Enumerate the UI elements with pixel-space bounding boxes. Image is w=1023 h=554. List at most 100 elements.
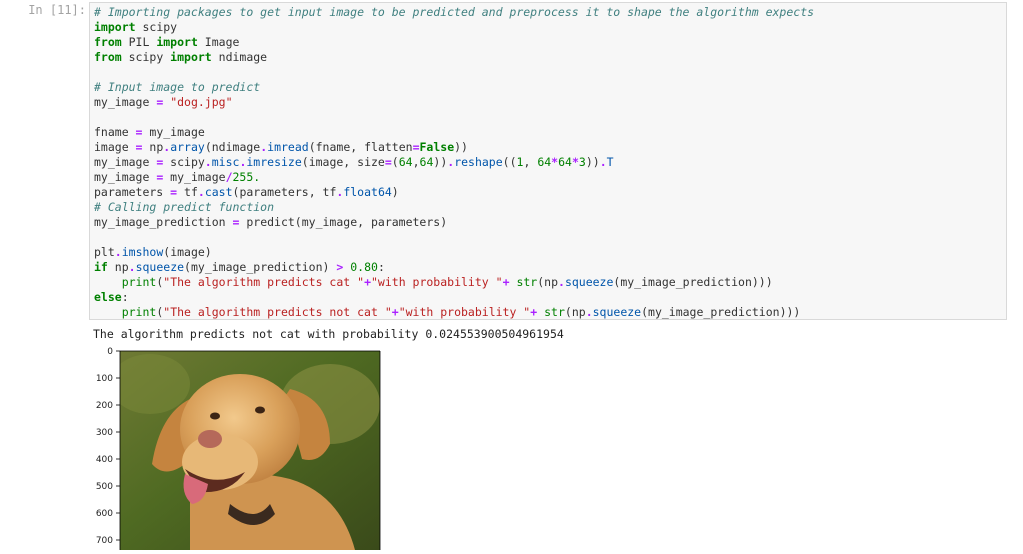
- code-token: squeeze: [564, 275, 614, 289]
- code-token: 3: [578, 155, 586, 169]
- code-line: import scipy: [94, 20, 1006, 35]
- code-token: +: [364, 275, 371, 289]
- code-token: Image: [197, 35, 240, 49]
- code-line: image = np.array(ndimage.imread(fname, f…: [94, 140, 1006, 155]
- code-token: )): [433, 155, 448, 169]
- code-token: 0.80: [350, 260, 378, 274]
- code-token: (parameters, tf: [232, 185, 337, 199]
- code-token: (my_image_prediction): [184, 260, 337, 274]
- code-line: from scipy import ndimage: [94, 50, 1006, 65]
- code-token: False: [419, 140, 455, 154]
- code-token: # Importing packages to get input image …: [94, 5, 815, 19]
- code-line: my_image = scipy.misc.imresize(image, si…: [94, 155, 1006, 170]
- code-token: 64: [419, 155, 434, 169]
- code-token: ,: [523, 155, 538, 169]
- code-token: .: [128, 260, 136, 274]
- code-token: import: [170, 50, 212, 64]
- code-token: scipy: [121, 50, 171, 64]
- code-token: "The algorithm predicts cat ": [163, 275, 365, 289]
- code-token: str: [544, 305, 565, 319]
- code-token: import: [156, 35, 198, 49]
- code-token: 64: [537, 155, 552, 169]
- code-token: :: [121, 290, 129, 304]
- code-token: else: [94, 290, 122, 304]
- code-token: imread: [267, 140, 309, 154]
- y-tick-label: 300: [96, 428, 113, 438]
- y-tick-label: 500: [96, 482, 113, 492]
- code-line: from PIL import Image: [94, 35, 1006, 50]
- code-token: (ndimage: [204, 140, 261, 154]
- code-token: # Input image to predict: [94, 80, 261, 94]
- y-axis-ticks: 0 100 200 300 400 500 600 700: [96, 347, 120, 546]
- code-token: scipy: [135, 20, 178, 34]
- code-token: reshape: [454, 155, 503, 169]
- code-token: (my_image_prediction))): [641, 305, 801, 319]
- code-token: scipy: [163, 155, 205, 169]
- y-tick-label: 400: [96, 455, 113, 465]
- code-token: array: [170, 140, 205, 154]
- code-token: import: [94, 20, 136, 34]
- code-token: =: [412, 140, 420, 154]
- code-token: plt: [94, 245, 115, 259]
- code-token: (: [391, 155, 399, 169]
- code-token: from: [94, 50, 122, 64]
- code-token: squeeze: [135, 260, 185, 274]
- code-token: print: [121, 275, 157, 289]
- code-token: my_image: [94, 95, 157, 109]
- code-token: "with probability ": [371, 275, 503, 289]
- code-token: )): [585, 155, 600, 169]
- code-editor[interactable]: # Importing packages to get input image …: [89, 2, 1007, 320]
- code-token: predict(my_image, parameters): [239, 215, 448, 229]
- code-token: 64: [398, 155, 413, 169]
- code-token: "with probability ": [398, 305, 531, 319]
- code-token: T: [606, 155, 614, 169]
- code-token: imresize: [246, 155, 302, 169]
- code-token: # Calling predict function: [94, 200, 275, 214]
- image-plot: 0 100 200 300 400 500 600 700: [80, 344, 400, 550]
- y-tick-label: 600: [96, 509, 113, 519]
- code-token: my_image: [94, 155, 157, 169]
- code-token: +: [391, 305, 399, 319]
- y-tick-label: 200: [96, 401, 113, 411]
- code-line: else:: [94, 290, 1006, 305]
- code-line: my_image = my_image/255.: [94, 170, 1006, 185]
- code-token: (image, size: [301, 155, 385, 169]
- code-token: my_image: [94, 170, 157, 184]
- code-token: tf: [177, 185, 198, 199]
- code-token: if: [94, 260, 108, 274]
- code-token: )): [454, 140, 468, 154]
- plot-svg: 0 100 200 300 400 500 600 700: [96, 347, 381, 550]
- code-token: PIL: [121, 35, 157, 49]
- code-token: float64: [343, 185, 392, 199]
- code-token: (image): [163, 245, 212, 259]
- code-token: .: [585, 305, 593, 319]
- code-token: "dog.jpg": [170, 95, 233, 109]
- code-line: print("The algorithm predicts cat "+"wit…: [94, 275, 1006, 290]
- output-text: The algorithm predicts not cat with prob…: [93, 327, 564, 341]
- code-token: my_image_prediction: [94, 215, 233, 229]
- code-token: 255.: [232, 170, 261, 184]
- code-token: my_image: [163, 170, 226, 184]
- code-token: (np: [564, 305, 586, 319]
- dog-photo: [120, 351, 380, 550]
- code-token: cast: [204, 185, 233, 199]
- code-line: my_image = "dog.jpg": [94, 95, 1006, 110]
- code-token: squeeze: [592, 305, 642, 319]
- y-tick-label: 100: [96, 374, 113, 384]
- code-token: np: [142, 140, 164, 154]
- code-token: from: [94, 35, 122, 49]
- code-token: my_image: [142, 125, 205, 139]
- code-token: image: [94, 140, 136, 154]
- code-token: misc: [211, 155, 240, 169]
- code-line: fname = my_image: [94, 125, 1006, 140]
- code-line: print("The algorithm predicts not cat "+…: [94, 305, 1006, 320]
- code-token: /: [225, 170, 233, 184]
- input-prompt: In [11]:: [28, 3, 86, 17]
- code-token: .: [599, 155, 607, 169]
- code-token: ndimage: [211, 50, 268, 64]
- code-token: .: [197, 185, 205, 199]
- code-token: 64: [558, 155, 572, 169]
